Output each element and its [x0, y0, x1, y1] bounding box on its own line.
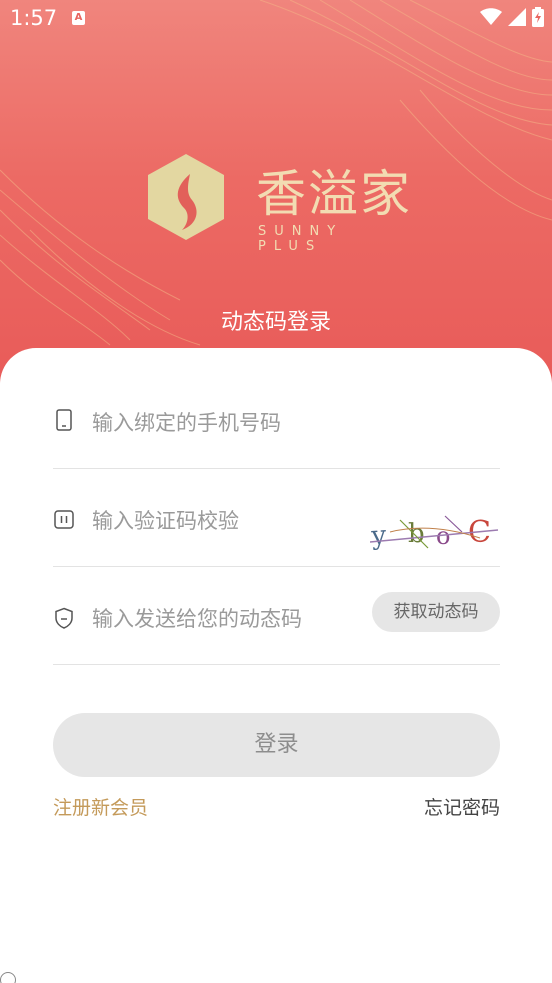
phone-icon: [56, 409, 72, 431]
login-button[interactable]: 登录: [53, 713, 500, 777]
hero-header: 1:57 A 香溢家 SUNNY PLUS 动态码登录: [0, 0, 552, 400]
a-icon: A: [72, 11, 85, 25]
otp-field[interactable]: 输入发送给您的动态码 获取动态码: [53, 566, 500, 665]
status-icons: [480, 7, 544, 27]
page-title: 动态码登录: [220, 310, 331, 335]
shield-icon: [55, 607, 73, 629]
brand-name-en: SUNNY PLUS: [258, 224, 344, 254]
status-time: 1:57: [10, 6, 58, 30]
svg-text:b: b: [408, 519, 425, 549]
wifi-icon: [480, 8, 502, 25]
phone-input[interactable]: 输入绑定的手机号码: [92, 407, 281, 437]
brand-logo: 香溢家 SUNNY PLUS: [146, 152, 416, 254]
captcha-input[interactable]: 输入验证码校验: [92, 505, 239, 535]
pause-box-icon: [54, 510, 74, 529]
register-link[interactable]: 注册新会员: [53, 793, 148, 820]
brand-name-cn: 香溢家: [256, 165, 412, 223]
agreement-row: [0, 972, 552, 983]
phone-field[interactable]: 输入绑定的手机号码: [53, 370, 500, 469]
captcha-image[interactable]: y b o C: [370, 512, 500, 550]
status-bar: 1:57 A: [0, 0, 552, 38]
battery-icon: [532, 7, 544, 27]
agreement-checkbox[interactable]: [0, 972, 16, 983]
otp-input[interactable]: 输入发送给您的动态码: [92, 603, 302, 633]
flame-hexagon-icon: [148, 154, 224, 240]
get-otp-button[interactable]: 获取动态码: [372, 592, 500, 632]
forgot-password-link[interactable]: 忘记密码: [424, 793, 500, 820]
svg-text:y: y: [370, 521, 388, 550]
captcha-field[interactable]: 输入验证码校验 y b o C: [53, 468, 500, 567]
signal-icon: [508, 8, 526, 26]
